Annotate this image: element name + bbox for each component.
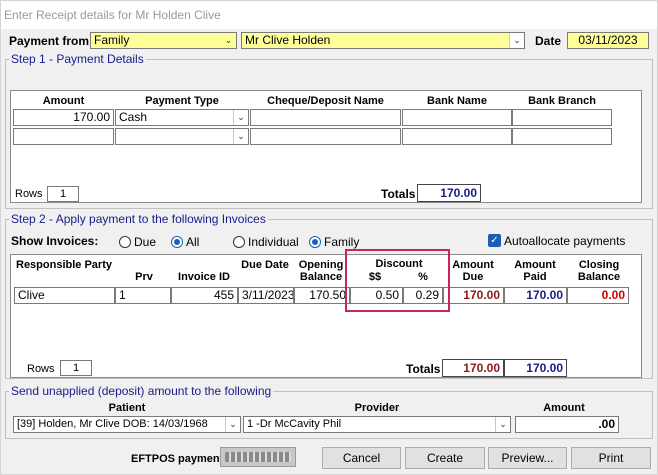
title-bar: Enter Receipt details for Mr Holden Cliv… <box>1 1 657 29</box>
receipt-window: Enter Receipt details for Mr Holden Cliv… <box>0 0 658 475</box>
total-amount-due: 170.00 <box>442 359 504 377</box>
provider-label: Provider <box>354 402 400 414</box>
invoice-opening-cell: 170.50 <box>294 287 350 304</box>
preview-button[interactable]: Preview... <box>488 447 567 469</box>
radio-individual-label: Individual <box>248 235 299 249</box>
print-button-label: Print <box>598 451 624 465</box>
col-amount-due: Amount Due <box>452 259 494 283</box>
totals-label: Totals <box>406 362 441 376</box>
date-label: Date <box>535 34 562 48</box>
invoice-due-date-cell: 3/11/2023 <box>238 287 294 304</box>
radio-family-label: Family <box>324 235 360 249</box>
invoice-amount-due-cell: 170.00 <box>443 287 504 304</box>
col-amount-paid: Amount Paid <box>514 259 556 283</box>
step3-title: Send unapplied (deposit) amount to the f… <box>9 384 274 398</box>
invoice-closing-cell: 0.00 <box>567 287 629 304</box>
radio-all[interactable] <box>171 236 183 248</box>
payment-type-select[interactable]: ⌄ <box>115 128 249 145</box>
step1-title: Step 1 - Payment Details <box>9 52 146 66</box>
chevron-down-icon[interactable]: ⌄ <box>233 129 248 144</box>
create-button[interactable]: Create <box>405 447 485 469</box>
create-button-label: Create <box>426 451 464 465</box>
bank-name-cell[interactable] <box>402 109 512 126</box>
rows-field[interactable]: 1 <box>47 186 79 202</box>
total-amount-paid: 170.00 <box>504 359 567 377</box>
provider-select[interactable]: 1 -Dr McCavity Phil ⌄ <box>243 416 511 433</box>
eftpos-logo-icon <box>225 452 291 462</box>
payment-type-select[interactable]: Cash ⌄ <box>115 109 249 126</box>
preview-button-label: Preview... <box>501 451 554 465</box>
col-due-date: Due Date <box>241 259 289 271</box>
col-bank-name: Bank Name <box>427 95 487 107</box>
radio-family[interactable] <box>309 236 321 248</box>
show-invoices-label: Show Invoices: <box>11 234 99 248</box>
step2-title: Step 2 - Apply payment to the following … <box>9 212 268 226</box>
eftpos-label: EFTPOS payment <box>131 453 224 465</box>
cheque-name-cell[interactable] <box>250 109 401 126</box>
cancel-button[interactable]: Cancel <box>322 447 401 469</box>
discount-highlight <box>345 249 450 312</box>
rows-label: Rows <box>27 363 55 375</box>
col-responsible-party: Responsible Party <box>15 259 113 271</box>
amount-cell[interactable]: 170.00 <box>13 109 114 126</box>
chevron-down-icon[interactable]: ⌄ <box>495 417 510 432</box>
date-field[interactable]: 03/11/2023 <box>567 32 649 49</box>
rows-label: Rows <box>15 188 43 200</box>
payer-value: Mr Clive Holden <box>245 33 331 47</box>
totals-label: Totals <box>381 187 416 201</box>
deposit-amount-field[interactable]: .00 <box>515 416 619 433</box>
bank-branch-cell[interactable] <box>512 128 612 145</box>
col-prv: Prv <box>135 271 153 283</box>
rows-field[interactable]: 1 <box>60 360 92 376</box>
col-invoice-id: Invoice ID <box>178 271 230 283</box>
payment-from-value: Family <box>94 33 130 47</box>
cancel-button-label: Cancel <box>342 451 381 465</box>
patient-select[interactable]: [39] Holden, Mr Clive DOB: 14/03/1968 ⌄ <box>13 416 241 433</box>
provider-value: 1 -Dr McCavity Phil <box>247 418 342 430</box>
cheque-name-cell[interactable] <box>250 128 401 145</box>
eftpos-button[interactable] <box>220 447 296 467</box>
autoallocate-label: Autoallocate payments <box>504 234 626 248</box>
chevron-down-icon[interactable]: ⌄ <box>221 33 236 48</box>
payer-select[interactable]: Mr Clive Holden ⌄ <box>241 32 525 49</box>
invoice-amount-paid-cell[interactable]: 170.00 <box>504 287 567 304</box>
col-party-text: Responsible Party <box>16 259 112 271</box>
chevron-down-icon[interactable]: ⌄ <box>509 33 524 48</box>
payment-from-label: Payment from <box>9 34 90 48</box>
payment-type-value: Cash <box>119 110 148 124</box>
window-title: Enter Receipt details for Mr Holden Cliv… <box>4 8 221 22</box>
amount-label: Amount <box>543 402 585 414</box>
invoice-id-cell: 455 <box>171 287 238 304</box>
bank-branch-cell[interactable] <box>512 109 612 126</box>
patient-value: [39] Holden, Mr Clive DOB: 14/03/1968 <box>17 418 208 430</box>
print-button[interactable]: Print <box>571 447 651 469</box>
patient-label: Patient <box>108 402 146 414</box>
invoice-prv-cell: 1 <box>115 287 171 304</box>
col-bank-branch: Bank Branch <box>528 95 596 107</box>
col-cheque-name: Cheque/Deposit Name <box>267 95 384 107</box>
autoallocate-checkbox[interactable]: ✓ <box>488 234 501 247</box>
radio-all-label: All <box>186 235 200 249</box>
col-closing-balance: Closing Balance <box>577 259 621 283</box>
payment-total: 170.00 <box>417 184 481 202</box>
radio-due-label: Due <box>134 235 157 249</box>
payment-from-select[interactable]: Family ⌄ <box>90 32 237 49</box>
invoice-party-cell: Clive <box>14 287 115 304</box>
col-amount: Amount <box>42 95 85 107</box>
chevron-down-icon[interactable]: ⌄ <box>225 417 240 432</box>
col-opening-balance: Opening Balance <box>298 259 344 283</box>
amount-cell[interactable] <box>13 128 114 145</box>
radio-individual[interactable] <box>233 236 245 248</box>
bank-name-cell[interactable] <box>402 128 512 145</box>
col-payment-type: Payment Type <box>145 95 219 107</box>
radio-due[interactable] <box>119 236 131 248</box>
chevron-down-icon[interactable]: ⌄ <box>233 110 248 125</box>
